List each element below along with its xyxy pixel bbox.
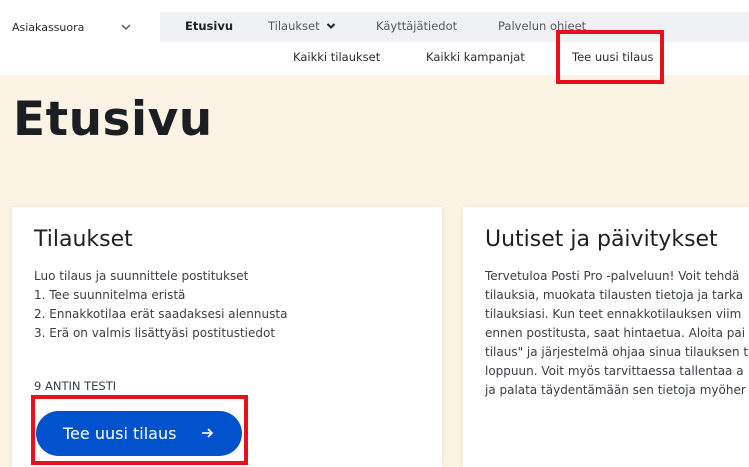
orders-card-title: Tilaukset — [34, 227, 133, 252]
nav-item-tilaukset-label: Tilaukset — [268, 19, 320, 33]
subnav-item-all-orders[interactable]: Kaikki tilaukset — [293, 50, 380, 64]
nav-item-tilaukset[interactable]: Tilaukset — [268, 19, 336, 33]
news-line: tilaus" ja järjestelmä ohjaa sinua tilau… — [485, 345, 749, 359]
chevron-down-icon — [121, 24, 131, 30]
test-label: 9 ANTIN TESTI — [34, 379, 117, 393]
news-body-text: Tervetuloa Posti Pro -palveluun! Voit te… — [485, 267, 749, 400]
news-line: loppuun. Voit myös tarvittaessa tallenta… — [485, 364, 744, 378]
nav-item-kayttajatiedot[interactable]: Käyttäjätiedot — [376, 19, 457, 33]
news-line: ja palata täydentämään sen tietoja myöhe… — [485, 383, 746, 397]
account-selector-value: Asiakassuora — [12, 20, 85, 34]
list-item: Luo tilaus ja suunnittele postitukset — [34, 269, 249, 283]
account-selector[interactable]: Asiakassuora — [12, 12, 160, 42]
news-line: Tervetuloa Posti Pro -palveluun! Voit te… — [485, 269, 740, 283]
highlight-box — [556, 30, 664, 84]
news-line: ennen postitusta, saat hintaetua. Aloita… — [485, 326, 746, 340]
news-card-title: Uutiset ja päivitykset — [485, 227, 718, 252]
list-item: 3. Erä on valmis lisättyäsi postitustied… — [34, 326, 276, 340]
news-card: Uutiset ja päivitykset Tervetuloa Posti … — [463, 207, 749, 467]
list-item: 1. Tee suunnitelma eristä — [34, 288, 186, 302]
list-item: 2. Ennakkotilaa erät saadaksesi alennust… — [34, 307, 288, 321]
orders-steps-list: Luo tilaus ja suunnittele postitukset 1.… — [34, 267, 287, 343]
page-title: Etusivu — [13, 92, 213, 147]
subnav-item-all-campaigns[interactable]: Kaikki kampanjat — [426, 50, 525, 64]
news-line: tilauksiasi. Kun teet ennakkotilauksen v… — [485, 307, 742, 321]
caret-down-icon — [326, 23, 335, 29]
news-line: tilauksia, muokata tilausten tietoja ja … — [485, 288, 744, 302]
highlight-box — [31, 395, 248, 465]
top-navigation: Asiakassuora Etusivu Tilaukset Käyttäjät… — [0, 0, 749, 84]
nav-item-etusivu[interactable]: Etusivu — [185, 19, 233, 33]
